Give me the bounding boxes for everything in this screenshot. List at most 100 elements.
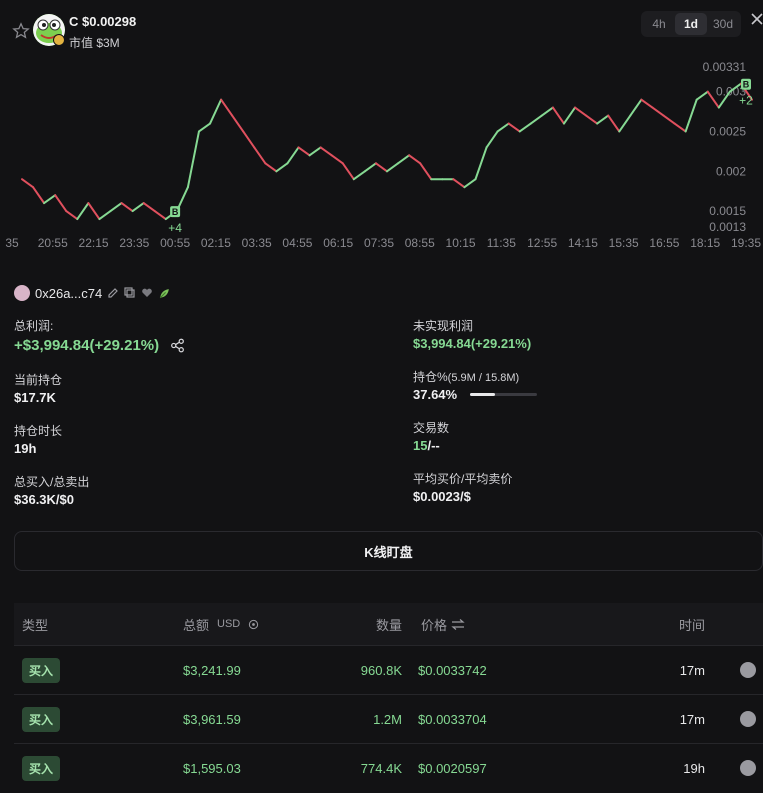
price-line-segment <box>607 114 621 133</box>
holding-pct-bar-fill <box>470 393 496 396</box>
x-tick-label: 00:55 <box>160 236 190 250</box>
x-tick-label: 35 <box>5 236 19 250</box>
timeframe-1d[interactable]: 1d <box>675 13 707 35</box>
wallet-avatar <box>14 285 30 301</box>
market-cap: 市值 $3M <box>69 36 120 50</box>
wallet-row: 0x26a...c74 <box>14 284 171 302</box>
share-icon[interactable] <box>170 338 185 353</box>
x-tick-label: 04:55 <box>282 236 312 250</box>
holding-pct-value: 37.64% <box>413 387 458 402</box>
timeframe-selector: 4h 1d 30d <box>641 11 741 37</box>
buy-badge: 买入 <box>22 755 61 781</box>
col-amount[interactable]: 总额 USD <box>183 603 303 645</box>
price-line-segment <box>186 130 200 189</box>
buy-badge: 买入 <box>22 657 61 683</box>
timeframe-30d[interactable]: 30d <box>707 13 739 35</box>
x-tick-label: 03:35 <box>242 236 272 250</box>
x-tick-label: 07:35 <box>364 236 394 250</box>
row-amount: $1,595.03 <box>183 760 241 776</box>
price-line-segment <box>87 202 101 221</box>
chart-link-icon[interactable] <box>740 760 756 776</box>
price-line-segment <box>529 114 543 125</box>
price-line-segment <box>76 202 90 221</box>
chart-link-icon[interactable] <box>740 662 756 678</box>
trades-table: 类型 总额 USD 数量 价格 时间 买入 $3,241.99 960.8K $… <box>14 603 763 792</box>
trades-value: 15/-- <box>413 438 440 453</box>
row-chart-link[interactable] <box>740 646 756 694</box>
x-tick-label: 15:35 <box>609 236 639 250</box>
price-line-segment <box>386 162 400 173</box>
x-tick-label: 10:15 <box>446 236 476 250</box>
row-qty: 960.8K <box>360 662 402 678</box>
col-type: 类型 <box>22 617 49 633</box>
price-line-segment <box>585 114 599 125</box>
col-currency[interactable]: USD <box>217 618 240 630</box>
timeframe-4h[interactable]: 4h <box>643 13 675 35</box>
row-type: 买入 <box>22 646 61 694</box>
duration-label: 持仓时长 <box>14 424 63 438</box>
price-line-segment <box>109 202 123 213</box>
y-tick-label: 0.0025 <box>709 124 746 138</box>
wallet-address[interactable]: 0x26a...c74 <box>35 286 102 301</box>
copy-icon[interactable] <box>124 287 136 299</box>
table-row[interactable]: 买入 $3,961.59 1.2M $0.0033704 17m <box>14 694 763 743</box>
row-price: $0.0020597 <box>418 760 487 776</box>
price-line-segment <box>662 114 676 125</box>
price-line-segment <box>153 210 167 221</box>
x-tick-label: 19:35 <box>731 236 761 250</box>
table-row[interactable]: 买入 $1,595.03 774.4K $0.0020597 19h <box>14 743 763 792</box>
price-line-segment <box>518 122 532 133</box>
row-time: 19h <box>683 760 705 776</box>
x-tick-label: 18:15 <box>690 236 720 250</box>
price-line-segment <box>640 98 654 109</box>
buy-badge: 买入 <box>22 706 61 732</box>
price-line-segment <box>562 106 577 125</box>
row-amount: $3,241.99 <box>183 662 241 678</box>
table-row[interactable]: 买入 $3,241.99 960.8K $0.0033742 17m <box>14 645 763 694</box>
row-qty: 774.4K <box>360 760 402 776</box>
close-icon[interactable] <box>750 12 763 26</box>
swap-icon[interactable] <box>451 618 465 630</box>
row-type: 买入 <box>22 695 61 743</box>
unrealized-label: 未实现利润 <box>413 319 474 333</box>
currency-toggle-icon[interactable] <box>248 619 259 630</box>
col-qty: 数量 <box>375 617 402 633</box>
buy-marker-count: +4 <box>168 221 182 235</box>
row-type: 买入 <box>22 744 61 792</box>
price-line-segment <box>341 162 355 181</box>
price-line-segment <box>673 122 687 133</box>
price-line-segment <box>507 122 521 133</box>
price-line-segment <box>629 98 643 117</box>
holding-label: 当前持仓 <box>14 373 63 387</box>
price-line-segment <box>131 202 145 213</box>
buy-marker-label: B <box>743 80 750 90</box>
kline-watch-button[interactable]: K线盯盘 <box>14 531 763 571</box>
row-time: 17m <box>679 711 705 727</box>
row-price: $0.0033742 <box>418 662 487 678</box>
row-chart-link[interactable] <box>740 744 756 792</box>
price-line-segment <box>574 106 588 117</box>
duration-value: 19h <box>14 441 37 456</box>
total-profit-label: 总利润: <box>14 319 54 333</box>
x-tick-label: 11:35 <box>487 236 516 250</box>
heart-icon[interactable] <box>141 287 153 299</box>
edit-icon[interactable] <box>107 287 119 299</box>
star-icon[interactable] <box>12 22 30 40</box>
price-line-segment <box>209 98 223 125</box>
row-chart-link[interactable] <box>740 695 756 743</box>
price-line-segment <box>21 178 35 189</box>
price-line-segment <box>308 146 322 157</box>
col-amount-label: 总额 <box>183 617 210 633</box>
price-line-segment <box>651 106 665 117</box>
price-line-segment <box>618 114 632 133</box>
buy-marker-label: B <box>172 207 179 217</box>
price-line-segment <box>397 154 411 165</box>
price-line-segment <box>98 210 112 221</box>
x-tick-label: 06:15 <box>323 236 353 250</box>
price-line-segment <box>540 106 554 117</box>
chart-link-icon[interactable] <box>740 711 756 727</box>
price-chart[interactable]: 0.003310.0030.00250.0020.00150.00133520:… <box>0 55 763 255</box>
price-line-segment <box>463 178 477 189</box>
col-price[interactable]: 价格 <box>421 603 541 645</box>
y-tick-label: 0.002 <box>716 164 746 178</box>
